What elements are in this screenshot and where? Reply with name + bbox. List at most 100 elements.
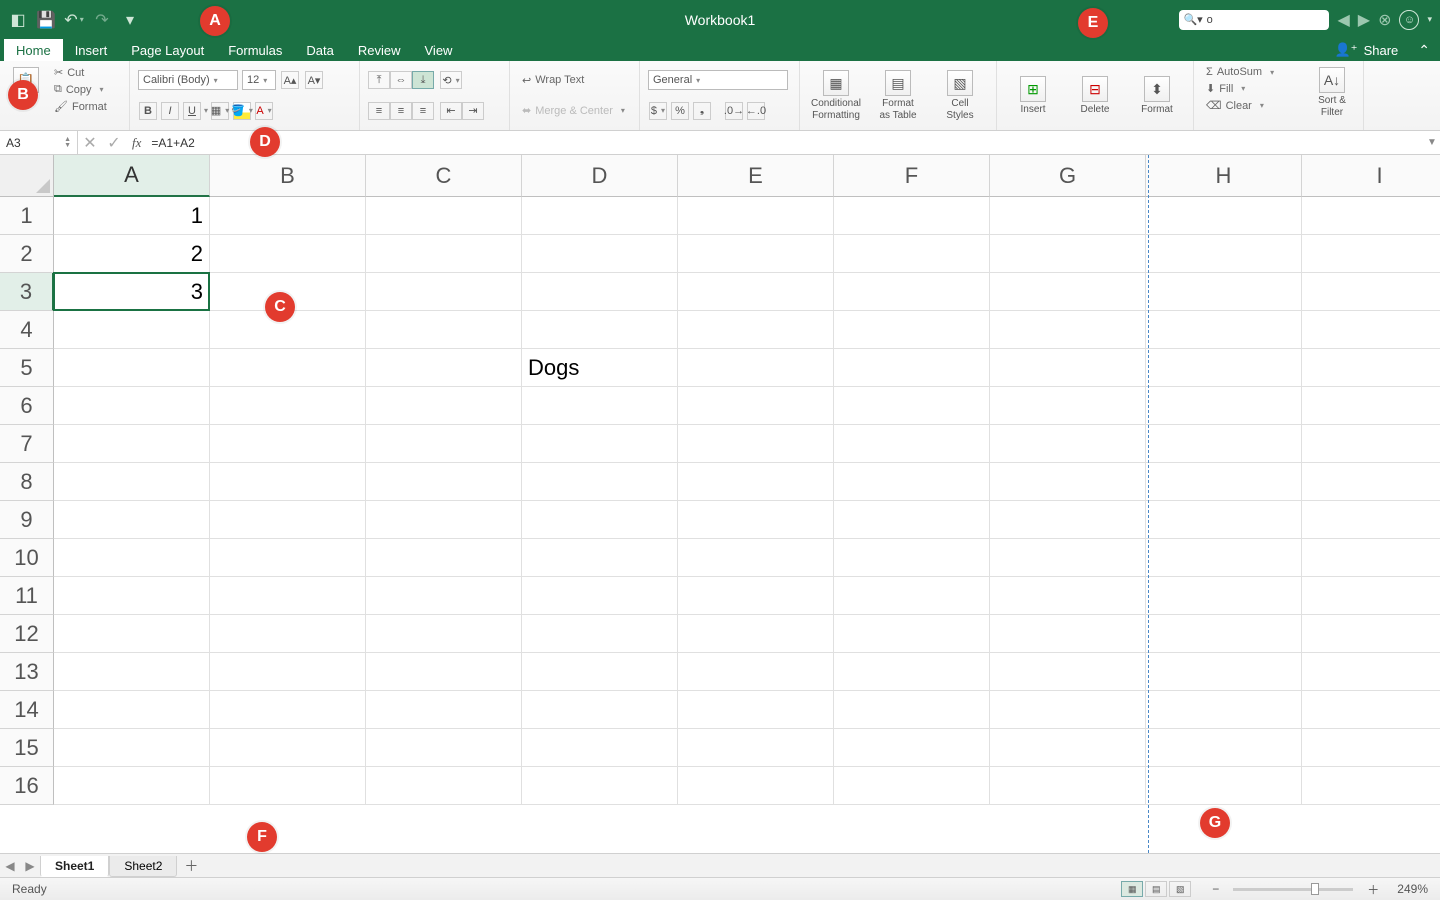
collapse-ribbon-icon[interactable]: ⌃ [1408, 39, 1440, 61]
column-header-E[interactable]: E [678, 155, 834, 197]
view-normal-icon[interactable]: ▦ [1121, 881, 1143, 897]
cell-G8[interactable] [990, 463, 1146, 501]
cell-area[interactable]: 123Dogs [54, 197, 1440, 853]
undo-icon[interactable]: ↶ [64, 10, 84, 30]
cell-A1[interactable]: 1 [54, 197, 210, 235]
fill-button[interactable]: ⬇Fill [1202, 81, 1301, 96]
cell-D4[interactable] [522, 311, 678, 349]
orientation-icon[interactable]: ⟲ [440, 71, 462, 89]
format-painter-button[interactable]: 🖌Format [50, 99, 111, 114]
cell-B10[interactable] [210, 539, 366, 577]
cell-I8[interactable] [1302, 463, 1440, 501]
fill-color-button[interactable]: 🪣 [233, 102, 251, 120]
expand-formula-bar-icon[interactable]: ▼ [1424, 137, 1440, 148]
column-header-I[interactable]: I [1302, 155, 1440, 197]
cell-H16[interactable] [1146, 767, 1302, 805]
cell-A15[interactable] [54, 729, 210, 767]
cell-G11[interactable] [990, 577, 1146, 615]
decrease-decimal-icon[interactable]: ←.0 [747, 102, 765, 120]
cell-F4[interactable] [834, 311, 990, 349]
cell-C6[interactable] [366, 387, 522, 425]
cell-E13[interactable] [678, 653, 834, 691]
cell-F15[interactable] [834, 729, 990, 767]
cell-F6[interactable] [834, 387, 990, 425]
sheet-nav-next-icon[interactable]: ▶ [20, 854, 40, 877]
cell-E14[interactable] [678, 691, 834, 729]
cell-D10[interactable] [522, 539, 678, 577]
cell-D7[interactable] [522, 425, 678, 463]
cell-G15[interactable] [990, 729, 1146, 767]
align-bottom-icon[interactable]: ⤓ [412, 71, 434, 89]
cell-H2[interactable] [1146, 235, 1302, 273]
cell-G13[interactable] [990, 653, 1146, 691]
cell-F1[interactable] [834, 197, 990, 235]
border-button[interactable]: ▦ [211, 102, 229, 120]
cell-E1[interactable] [678, 197, 834, 235]
feedback-dropdown-icon[interactable]: ▾ [1427, 14, 1432, 25]
cell-H9[interactable] [1146, 501, 1302, 539]
sort-filter-button[interactable]: A↓Sort & Filter [1309, 65, 1355, 126]
cell-G2[interactable] [990, 235, 1146, 273]
cell-E9[interactable] [678, 501, 834, 539]
cell-D14[interactable] [522, 691, 678, 729]
row-header-9[interactable]: 9 [0, 501, 54, 539]
cell-E8[interactable] [678, 463, 834, 501]
align-right-icon[interactable]: ≡ [412, 102, 434, 120]
column-header-D[interactable]: D [522, 155, 678, 197]
row-header-10[interactable]: 10 [0, 539, 54, 577]
cell-G12[interactable] [990, 615, 1146, 653]
cell-C10[interactable] [366, 539, 522, 577]
cell-E12[interactable] [678, 615, 834, 653]
cell-G9[interactable] [990, 501, 1146, 539]
zoom-out-button[interactable]: − [1206, 882, 1225, 896]
zoom-slider[interactable] [1233, 888, 1353, 891]
cell-H15[interactable] [1146, 729, 1302, 767]
cell-H13[interactable] [1146, 653, 1302, 691]
enter-formula-icon[interactable]: ✓ [102, 133, 126, 153]
comma-icon[interactable]: ❟ [693, 102, 711, 120]
cell-G1[interactable] [990, 197, 1146, 235]
cell-F3[interactable] [834, 273, 990, 311]
row-header-3[interactable]: 3 [0, 273, 54, 311]
cell-H6[interactable] [1146, 387, 1302, 425]
font-name-select[interactable]: Calibri (Body) [138, 70, 238, 90]
cell-F5[interactable] [834, 349, 990, 387]
cell-B11[interactable] [210, 577, 366, 615]
row-header-14[interactable]: 14 [0, 691, 54, 729]
cell-F13[interactable] [834, 653, 990, 691]
conditional-formatting-button[interactable]: ▦Conditional Formatting [808, 68, 864, 123]
cell-A14[interactable] [54, 691, 210, 729]
cell-E2[interactable] [678, 235, 834, 273]
row-header-7[interactable]: 7 [0, 425, 54, 463]
cell-E10[interactable] [678, 539, 834, 577]
cell-C2[interactable] [366, 235, 522, 273]
zoom-level[interactable]: 249% [1397, 882, 1428, 896]
cell-B12[interactable] [210, 615, 366, 653]
percent-icon[interactable]: % [671, 102, 689, 120]
cell-G14[interactable] [990, 691, 1146, 729]
row-header-2[interactable]: 2 [0, 235, 54, 273]
cell-H12[interactable] [1146, 615, 1302, 653]
cell-B9[interactable] [210, 501, 366, 539]
cell-C12[interactable] [366, 615, 522, 653]
share-button[interactable]: 👤⁺ Share [1325, 39, 1409, 61]
cell-F14[interactable] [834, 691, 990, 729]
format-as-table-button[interactable]: ▤Format as Table [870, 68, 926, 123]
cell-F2[interactable] [834, 235, 990, 273]
cell-E11[interactable] [678, 577, 834, 615]
cell-E3[interactable] [678, 273, 834, 311]
formula-input[interactable]: =A1+A2 [147, 136, 1424, 150]
row-header-12[interactable]: 12 [0, 615, 54, 653]
tab-data[interactable]: Data [294, 39, 345, 61]
column-header-A[interactable]: A [54, 155, 210, 197]
cell-D12[interactable] [522, 615, 678, 653]
cell-A4[interactable] [54, 311, 210, 349]
cell-D2[interactable] [522, 235, 678, 273]
italic-button[interactable]: I [161, 102, 179, 120]
cell-I11[interactable] [1302, 577, 1440, 615]
fx-icon[interactable]: fx [126, 135, 147, 151]
row-header-4[interactable]: 4 [0, 311, 54, 349]
cell-G4[interactable] [990, 311, 1146, 349]
cell-A3[interactable]: 3 [54, 273, 210, 311]
cell-B7[interactable] [210, 425, 366, 463]
